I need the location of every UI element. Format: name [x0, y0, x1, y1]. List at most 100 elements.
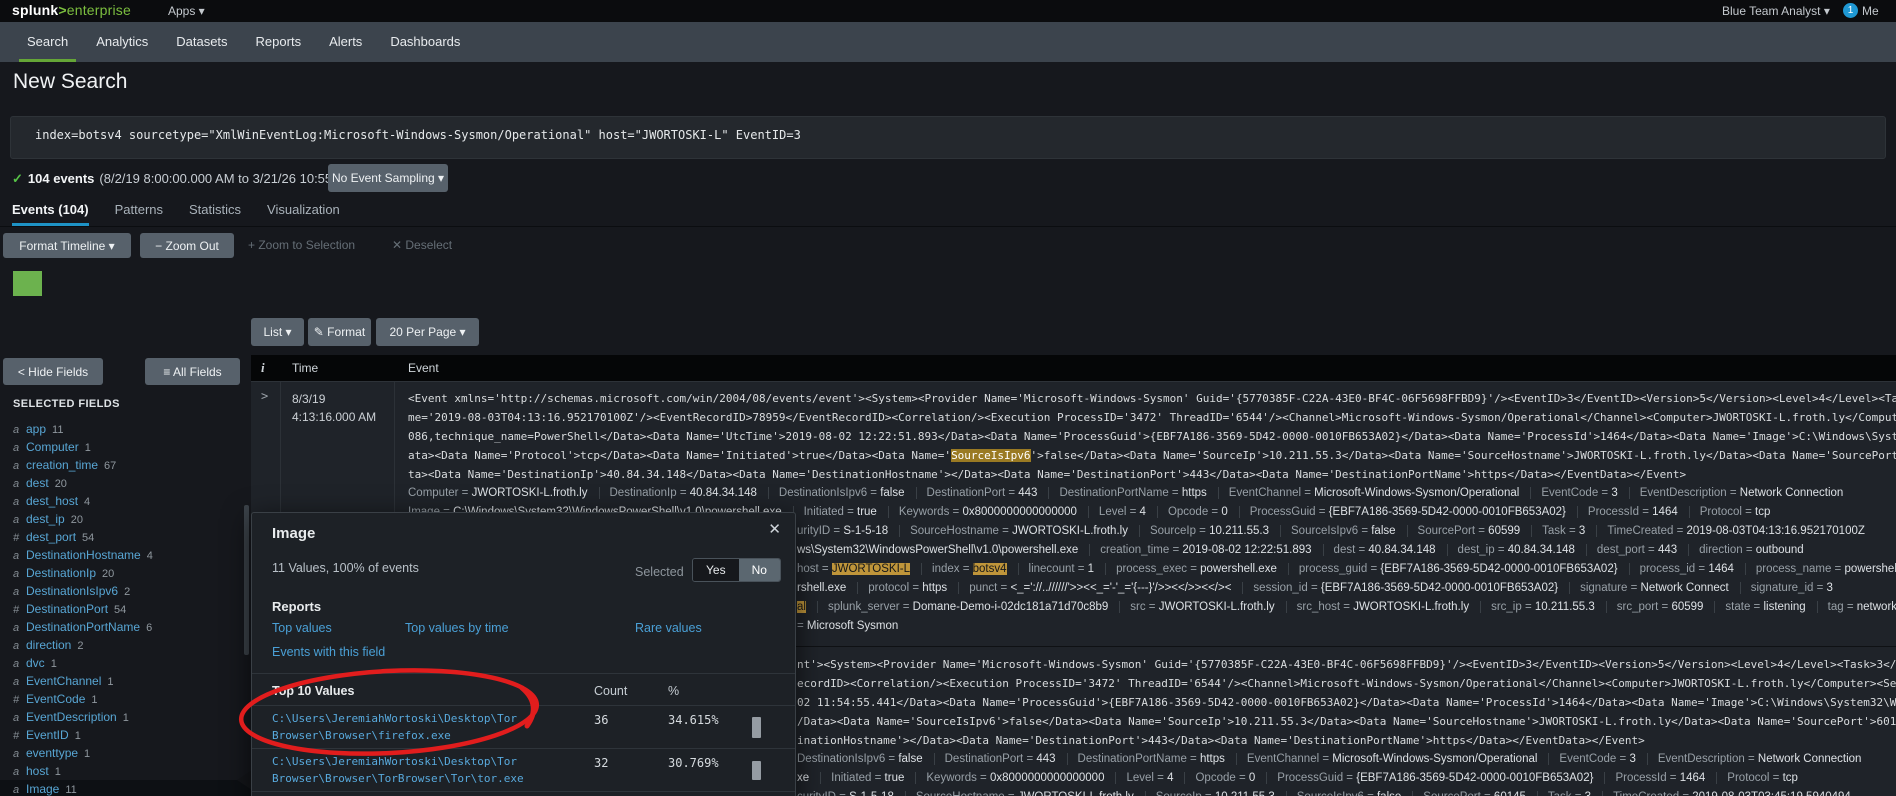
field-value: 443	[1657, 544, 1678, 556]
field-key: urityID =	[797, 525, 844, 537]
field-key: DestinationPortName =	[1059, 487, 1182, 499]
top-value-row-2: C:\Users\JeremiahWortoski\Desktop\Tor Bro…	[252, 748, 795, 791]
field-dest[interactable]: a dest 20	[0, 474, 251, 492]
field-pair: dest = 40.84.34.148	[1322, 544, 1436, 556]
tab-statistics[interactable]: Statistics	[189, 198, 241, 226]
apps-menu[interactable]: Apps ▾	[168, 4, 205, 18]
field-direction[interactable]: a direction 2	[0, 636, 251, 654]
field-creation_time[interactable]: a creation_time 67	[0, 456, 251, 474]
nav-item-search[interactable]: Search	[13, 22, 82, 62]
tab-events-104-[interactable]: Events (104)	[12, 198, 89, 226]
nav-item-reports[interactable]: Reports	[242, 22, 316, 62]
messages-menu[interactable]: Me	[1862, 4, 1896, 18]
field-key: process_guid =	[1298, 563, 1381, 575]
rare-values-link[interactable]: Rare values	[635, 621, 702, 635]
field-EventDescription[interactable]: a EventDescription 1	[0, 708, 251, 726]
field-value: true	[884, 772, 905, 784]
field-host[interactable]: a host 1	[0, 762, 251, 780]
close-icon[interactable]: ✕	[768, 520, 781, 538]
selected-no-option[interactable]: No	[738, 559, 780, 581]
field-value: 3	[1578, 525, 1586, 537]
hide-fields-button[interactable]: < Hide Fields	[3, 358, 103, 385]
field-value: <_='://..//////'>><<_='-'_='{---}'/>><</…	[1010, 582, 1232, 594]
field-name: eventtype	[26, 746, 79, 760]
top-value-link[interactable]: C:\Users\JeremiahWortoski\Desktop\Tor Bro…	[272, 753, 524, 787]
nav-item-dashboards[interactable]: Dashboards	[376, 22, 474, 62]
field-value: {EBF7A186-3569-5D42-0000-0010FB653A02}	[1380, 563, 1618, 575]
tab-visualization[interactable]: Visualization	[267, 198, 340, 226]
field-value: 10.211.55.3	[1534, 601, 1595, 613]
field-DestinationHostname[interactable]: a DestinationHostname 4	[0, 546, 251, 564]
field-name: DestinationIp	[26, 566, 97, 580]
nav-item-datasets[interactable]: Datasets	[162, 22, 241, 62]
per-page-button[interactable]: 20 Per Page ▾	[376, 318, 479, 346]
field-dvc[interactable]: a dvc 1	[0, 654, 251, 672]
search-input[interactable]: index=botsv4 sourcetype="XmlWinEventLog:…	[10, 116, 1886, 159]
field-DestinationIsIpv6[interactable]: a DestinationIsIpv6 2	[0, 582, 251, 600]
field-DestinationIp[interactable]: a DestinationIp 20	[0, 564, 251, 582]
popup-anchor-arrow	[237, 770, 252, 790]
user-menu[interactable]: Blue Team Analyst ▾	[1722, 4, 1830, 18]
field-pair: EventCode = 3	[1548, 753, 1636, 765]
field-key: EventChannel =	[1246, 753, 1333, 765]
field-key: direction =	[1699, 544, 1756, 556]
field-pair: linecount = 1	[1017, 563, 1095, 575]
field-count: 1	[107, 676, 114, 688]
events-with-field-link[interactable]: Events with this field	[272, 645, 385, 659]
field-value: Network Connection	[1739, 487, 1844, 499]
field-value: ws\System32\WindowsPowerShell\v1.0\power…	[797, 544, 1079, 556]
top-values-link[interactable]: Top values	[272, 621, 332, 635]
field-key: session_id =	[1253, 582, 1321, 594]
field-value: 60145	[1494, 791, 1526, 796]
field-key: process_id =	[1639, 563, 1709, 575]
time-column-header: Time	[292, 361, 319, 375]
field-value: 443	[1018, 487, 1038, 499]
field-key: Keywords =	[926, 772, 990, 784]
top-values-by-time-link[interactable]: Top values by time	[405, 621, 509, 635]
event-count: 104 events	[27, 171, 95, 186]
field-EventCode[interactable]: # EventCode 1	[0, 690, 251, 708]
format-button[interactable]: ✎ Format	[308, 318, 371, 346]
field-type-icon: a	[13, 424, 20, 436]
field-key: SourceIp =	[1149, 525, 1210, 537]
field-pair: curityID = S-1-5-18	[797, 791, 894, 796]
field-pair: splunk_server = Domane-Demo-i-02dc181a71…	[816, 601, 1109, 613]
format-timeline-button[interactable]: Format Timeline ▾	[3, 233, 131, 258]
field-name: direction	[26, 638, 72, 652]
field-pair: SourcePort = 60145	[1412, 791, 1526, 796]
search-query-text: index=botsv4 sourcetype="XmlWinEventLog:…	[35, 128, 801, 142]
zoom-out-button[interactable]: − Zoom Out	[140, 233, 234, 258]
divider	[252, 673, 795, 674]
field-key: ProcessId =	[1615, 772, 1680, 784]
field-EventChannel[interactable]: a EventChannel 1	[0, 672, 251, 690]
field-EventID[interactable]: # EventID 1	[0, 726, 251, 744]
check-icon: ✓	[12, 171, 23, 186]
field-dest_host[interactable]: a dest_host 4	[0, 492, 251, 510]
field-Computer[interactable]: a Computer 1	[0, 438, 251, 456]
field-DestinationPort[interactable]: # DestinationPort 54	[0, 600, 251, 618]
tab-patterns[interactable]: Patterns	[115, 198, 163, 226]
list-view-button[interactable]: List ▾	[251, 318, 304, 346]
field-value: 10.211.55.3	[1209, 525, 1269, 537]
field-count: 20	[102, 568, 115, 580]
all-fields-button[interactable]: ≡ All Fields	[145, 358, 240, 385]
event-sampling-button[interactable]: No Event Sampling ▾	[328, 164, 448, 192]
top-value-link[interactable]: C:\Users\JeremiahWortoski\Desktop\Tor Bro…	[272, 710, 517, 744]
field-pair: EventChannel = Microsoft-Windows-Sysmon/…	[1235, 753, 1538, 765]
field-DestinationPortName[interactable]: a DestinationPortName 6	[0, 618, 251, 636]
field-app[interactable]: a app 11	[0, 420, 251, 438]
event-expand-icon[interactable]: >	[261, 389, 268, 403]
field-Image[interactable]: a Image 11	[0, 780, 251, 796]
field-value: 0x8000000000000000	[962, 506, 1077, 518]
field-dest_port[interactable]: # dest_port 54	[0, 528, 251, 546]
nav-item-analytics[interactable]: Analytics	[82, 22, 162, 62]
nav-item-alerts[interactable]: Alerts	[315, 22, 376, 62]
selected-yes-option[interactable]: Yes	[693, 559, 739, 581]
splunk-logo[interactable]: splunk>enterprise	[12, 2, 131, 18]
field-eventtype[interactable]: a eventtype 1	[0, 744, 251, 762]
fields-scrollbar[interactable]	[244, 505, 249, 655]
timeline-histogram-bar[interactable]	[13, 271, 42, 296]
field-count: 6	[146, 622, 153, 634]
field-dest_ip[interactable]: a dest_ip 20	[0, 510, 251, 528]
messages-badge[interactable]: 1	[1843, 3, 1858, 18]
